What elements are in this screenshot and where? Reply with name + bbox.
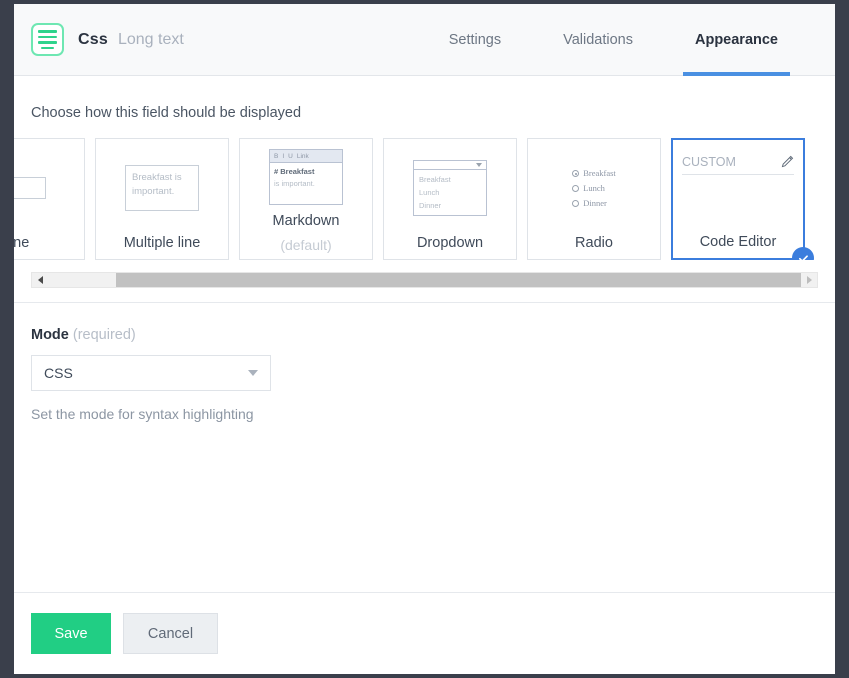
display-option-markdown[interactable]: B I U Link # Breakfast is important. Mar… (239, 138, 373, 260)
display-option-dropdown[interactable]: Breakfast Lunch Dinner Dropdown (383, 138, 517, 260)
mode-label: Mode (required) (31, 327, 818, 343)
scrollbar-track[interactable] (48, 273, 801, 287)
radio-group-preview: Breakfast Lunch Dinner (572, 166, 616, 211)
mode-section: Mode (required) CSS Set the mode for syn… (14, 303, 835, 422)
tab-validations[interactable]: Validations (563, 4, 633, 76)
mode-select-value: CSS (44, 365, 73, 381)
radio-option: Breakfast (572, 166, 616, 181)
radio-option-label: Lunch (583, 183, 605, 193)
tab-settings[interactable]: Settings (449, 4, 501, 76)
display-option-label: Multiple line (123, 234, 201, 251)
display-options-viewport: t line Breakfast is important. Multiple … (14, 138, 835, 260)
single-line-input-preview: t (14, 177, 46, 200)
caret-left-icon (37, 276, 43, 284)
scroll-right-button[interactable] (801, 273, 817, 287)
markdown-toolbar-preview: B I U Link (270, 150, 342, 164)
dropdown-option: Lunch (419, 188, 440, 198)
multiline-preview-line-1: Breakfast is (132, 172, 182, 184)
appearance-prompt: Choose how this field should be displaye… (31, 105, 302, 121)
mode-required-text: (required) (72, 327, 136, 343)
chevron-down-icon (248, 370, 258, 376)
display-option-multiple-line[interactable]: Breakfast is important. Multiple line (95, 138, 229, 260)
radio-option: Lunch (572, 181, 616, 196)
field-type: Long text (117, 30, 184, 48)
display-option-label: Markdown (272, 212, 340, 229)
dropdown-head-preview (414, 161, 486, 171)
display-option-label: line (14, 234, 30, 251)
underline-icon: U (288, 152, 293, 160)
caret-right-icon (806, 276, 812, 284)
code-editor-placeholder: CUSTOM (682, 154, 736, 169)
radio-option-label: Breakfast (583, 168, 616, 179)
markdown-preview-line-2: is important. (274, 179, 315, 189)
mode-hint: Set the mode for syntax highlighting (31, 406, 254, 422)
markdown-body-preview: # Breakfast is important. (270, 163, 342, 193)
multiline-textarea-preview: Breakfast is important. (125, 165, 199, 212)
dropdown-widget-preview: Breakfast Lunch Dinner (413, 160, 487, 217)
tab-appearance[interactable]: Appearance (682, 4, 791, 76)
link-icon: Link (296, 152, 309, 160)
save-button[interactable]: Save (31, 613, 111, 654)
field-title: Css Long text (78, 31, 184, 49)
scrollbar-thumb[interactable] (116, 273, 801, 287)
mode-select[interactable]: CSS (31, 355, 271, 391)
text-lines-icon (31, 23, 64, 56)
display-option-label: Dropdown (416, 234, 484, 251)
display-option-default-tag: (default) (280, 237, 332, 253)
dropdown-option: Breakfast (419, 175, 451, 185)
scroll-left-button[interactable] (32, 273, 48, 287)
dropdown-preview: Breakfast Lunch Dinner (384, 139, 516, 234)
appearance-section: Choose how this field should be displaye… (14, 105, 835, 303)
radio-unselected-icon (572, 184, 580, 192)
pencil-icon (781, 155, 794, 167)
radio-preview: Breakfast Lunch Dinner (528, 139, 660, 234)
markdown-preview-line-1: # Breakfast (274, 167, 315, 177)
display-option-radio[interactable]: Breakfast Lunch Dinner Radio (527, 138, 661, 260)
mode-label-text: Mode (31, 327, 69, 343)
multiple-line-preview: Breakfast is important. (96, 139, 228, 234)
multiline-preview-line-2: important. (132, 186, 175, 198)
modal-header: Css Long text Settings Validations Appea… (14, 4, 835, 76)
display-option-single-line[interactable]: t line (14, 138, 85, 260)
radio-option-label: Dinner (583, 197, 607, 208)
display-option-code-editor[interactable]: CUSTOM Code Editor (671, 138, 814, 260)
tab-bar: Settings Validations Appearance (449, 4, 835, 76)
field-name: Css (78, 30, 108, 48)
horizontal-scrollbar[interactable] (31, 272, 818, 288)
field-settings-modal: Css Long text Settings Validations Appea… (14, 4, 835, 674)
dropdown-options-preview: Breakfast Lunch Dinner (414, 170, 486, 215)
modal-footer: Save Cancel (14, 592, 835, 674)
radio-unselected-icon (572, 199, 580, 207)
display-option-label: Code Editor (699, 233, 777, 250)
display-options-row: t line Breakfast is important. Multiple … (14, 138, 814, 260)
markdown-editor-preview: B I U Link # Breakfast is important. (269, 149, 343, 206)
radio-selected-icon (572, 170, 580, 178)
display-option-label: Radio (575, 234, 613, 251)
chevron-down-icon (476, 163, 482, 168)
italic-icon: I (282, 152, 285, 160)
dropdown-option: Dinner (419, 201, 442, 211)
code-editor-preview: CUSTOM (682, 149, 794, 175)
markdown-preview: B I U Link # Breakfast is important. (240, 139, 372, 212)
selected-check-icon (792, 247, 814, 260)
bold-icon: B (274, 152, 279, 160)
single-line-preview: t (14, 139, 84, 234)
cancel-button[interactable]: Cancel (123, 613, 218, 654)
radio-option: Dinner (572, 196, 616, 211)
